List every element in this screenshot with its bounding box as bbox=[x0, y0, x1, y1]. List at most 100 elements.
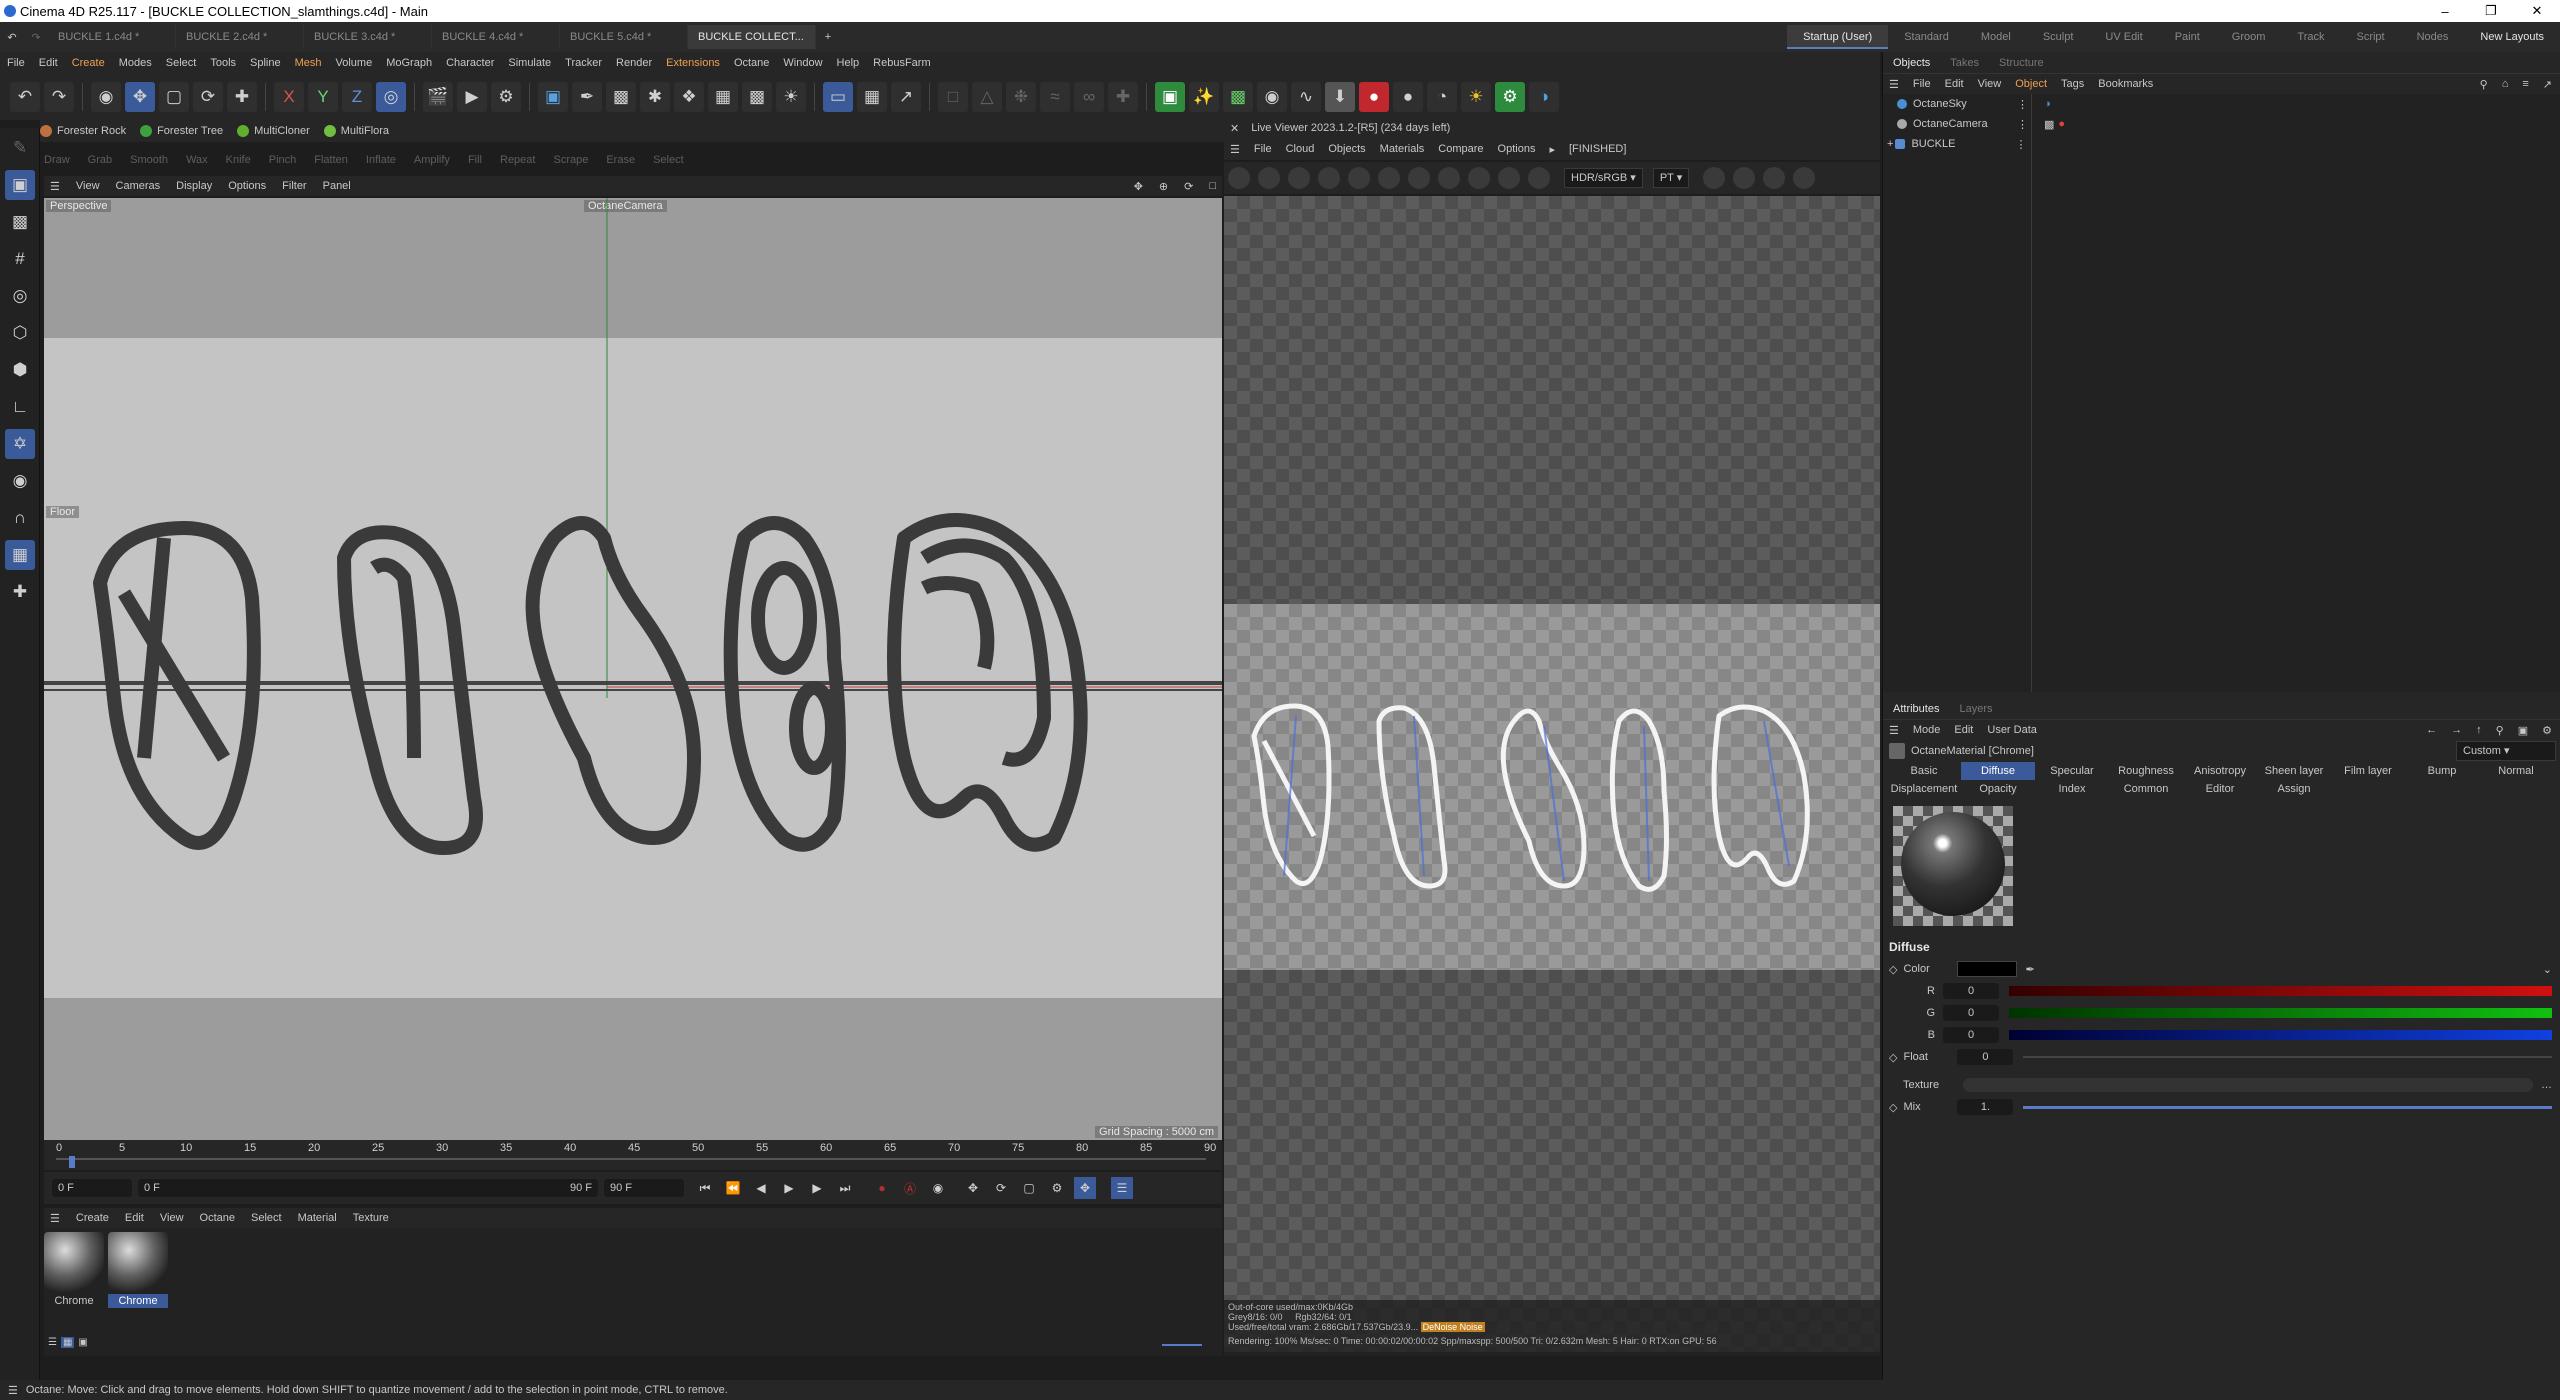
channel-tab-roughness[interactable]: Roughness bbox=[2109, 762, 2183, 780]
forester-tree-button[interactable]: Forester Tree bbox=[140, 125, 223, 137]
object-octanesky[interactable]: OctaneSky ⋮ ◑ bbox=[1883, 94, 2560, 114]
menu-mograph[interactable]: MoGraph bbox=[379, 57, 439, 69]
playhead[interactable] bbox=[69, 1156, 75, 1168]
tab-takes[interactable]: Takes bbox=[1940, 57, 1989, 69]
layout-track[interactable]: Track bbox=[2281, 25, 2340, 49]
b-value[interactable]: 0 bbox=[1943, 1027, 1999, 1043]
key-rotation-icon[interactable]: ⟳ bbox=[990, 1177, 1012, 1199]
search-icon[interactable]: ⚲ bbox=[2496, 724, 2504, 737]
live-selection-icon[interactable]: ◉ bbox=[91, 82, 121, 112]
channel-tab-displacement[interactable]: Displacement bbox=[1887, 780, 1961, 798]
color-space-select[interactable]: HDR/sRGB ▾ bbox=[1564, 168, 1643, 188]
grid-view-icon[interactable]: ▦ bbox=[60, 1337, 75, 1348]
octane-object-icon[interactable]: ▣ bbox=[1155, 82, 1185, 112]
octane-tag-icon[interactable]: ◑ bbox=[2044, 98, 2051, 110]
live-viewer-render[interactable] bbox=[1224, 196, 1880, 1352]
attr-menu-edit[interactable]: Edit bbox=[1954, 724, 1973, 736]
menu-edit[interactable]: Edit bbox=[32, 57, 65, 69]
keyframe-icon[interactable]: ◇ bbox=[1889, 963, 1897, 976]
forester-rock-button[interactable]: Forester Rock bbox=[40, 125, 126, 137]
vp-menu-display[interactable]: Display bbox=[176, 180, 212, 192]
channel-tab-bump[interactable]: Bump bbox=[2405, 762, 2479, 780]
sculpt-select[interactable]: Select bbox=[653, 154, 684, 166]
menu-extensions[interactable]: Extensions bbox=[659, 57, 727, 69]
axis-mode-icon[interactable]: ∟ bbox=[5, 392, 35, 422]
undo-icon[interactable]: ↶ bbox=[10, 82, 40, 112]
save-render-icon[interactable] bbox=[1733, 167, 1756, 189]
keyframe-icon[interactable]: ◇ bbox=[1889, 1101, 1897, 1114]
minimize-icon[interactable]: – bbox=[2422, 4, 2468, 19]
key-pla-icon[interactable]: ✥ bbox=[1074, 1177, 1096, 1199]
expand-chevron-icon[interactable]: ⌄ bbox=[2543, 963, 2552, 976]
goto-start-icon[interactable]: ⏮ bbox=[694, 1177, 716, 1199]
layout-sculpt[interactable]: Sculpt bbox=[2027, 25, 2090, 49]
attr-menu-user-data[interactable]: User Data bbox=[1987, 724, 2037, 736]
edit-mode-icon[interactable]: ✎ bbox=[5, 133, 35, 163]
menu-tools[interactable]: Tools bbox=[203, 57, 243, 69]
timeline-ruler[interactable]: 0 5 10 15 20 25 30 35 40 45 50 55 60 65 … bbox=[44, 1140, 1222, 1170]
render-picture-viewer-icon[interactable]: ▶ bbox=[457, 82, 487, 112]
magnet-icon[interactable]: ∩ bbox=[5, 503, 35, 533]
material-chrome-2[interactable]: Chrome bbox=[108, 1232, 168, 1308]
texture-mode-icon[interactable]: ▩ bbox=[5, 207, 35, 237]
display-mode-icon[interactable]: ▭ bbox=[823, 82, 853, 112]
channel-tab-diffuse[interactable]: Diffuse bbox=[1961, 762, 2035, 780]
visibility-dots-icon[interactable]: ⋮ bbox=[2017, 98, 2028, 111]
lv-menu-options[interactable]: Options bbox=[1498, 143, 1536, 155]
channel-tab-specular[interactable]: Specular bbox=[2035, 762, 2109, 780]
menu-select[interactable]: Select bbox=[159, 57, 204, 69]
sculpt-flatten[interactable]: Flatten bbox=[314, 154, 348, 166]
doc-tab[interactable]: BUCKLE 2.c4d * bbox=[176, 25, 304, 49]
polygons-mode-icon[interactable]: ⬢ bbox=[5, 355, 35, 385]
restart-render-icon[interactable] bbox=[1258, 167, 1280, 189]
menu-window[interactable]: Window bbox=[776, 57, 829, 69]
b-slider[interactable] bbox=[2009, 1030, 2552, 1040]
layout-nodes[interactable]: Nodes bbox=[2401, 25, 2465, 49]
home-icon[interactable]: ⌂ bbox=[2502, 78, 2509, 90]
visibility-dots-icon[interactable]: ⋮ bbox=[2017, 118, 2028, 131]
channel-tab-anisotropy[interactable]: Anisotropy bbox=[2183, 762, 2257, 780]
sculpt-grab[interactable]: Grab bbox=[88, 154, 112, 166]
target-tag-icon[interactable]: ● bbox=[2058, 118, 2065, 130]
sculpt-knife[interactable]: Knife bbox=[226, 154, 251, 166]
zoom-slider[interactable] bbox=[1162, 1344, 1202, 1346]
send-scene-icon[interactable] bbox=[1228, 167, 1250, 189]
pen-spline-icon[interactable]: ✒ bbox=[572, 82, 602, 112]
vp-rotate-icon[interactable]: ⟳ bbox=[1184, 180, 1193, 193]
workplane-icon[interactable]: △ bbox=[972, 82, 1002, 112]
quantize-icon[interactable]: ≈ bbox=[1040, 82, 1070, 112]
sculpt-erase[interactable]: Erase bbox=[606, 154, 635, 166]
object-picker-icon[interactable] bbox=[1438, 167, 1460, 189]
sculpt-scrape[interactable]: Scrape bbox=[553, 154, 588, 166]
x-axis-icon[interactable]: X bbox=[274, 82, 304, 112]
material-chrome-1[interactable]: Chrome bbox=[44, 1232, 104, 1308]
redo-icon[interactable]: ↷ bbox=[24, 31, 48, 44]
hamburger-icon[interactable]: ☰ bbox=[1230, 143, 1240, 156]
multicloner-button[interactable]: MultiCloner bbox=[237, 125, 310, 137]
maximize-icon[interactable]: ❐ bbox=[2468, 3, 2514, 19]
kernel-select[interactable]: PT ▾ bbox=[1652, 168, 1690, 188]
menu-modes[interactable]: Modes bbox=[112, 57, 159, 69]
doc-tab-active[interactable]: BUCKLE COLLECT... bbox=[688, 25, 816, 49]
menu-volume[interactable]: Volume bbox=[329, 57, 380, 69]
vp-menu-view[interactable]: View bbox=[76, 180, 100, 192]
z-axis-icon[interactable]: Z bbox=[342, 82, 372, 112]
lv-menu-compare[interactable]: Compare bbox=[1438, 143, 1483, 155]
menu-tracker[interactable]: Tracker bbox=[558, 57, 609, 69]
model-mode-icon[interactable]: ▣ bbox=[5, 170, 35, 200]
obj-menu-bookmarks[interactable]: Bookmarks bbox=[2098, 78, 2153, 90]
texture-slot[interactable] bbox=[1963, 1078, 2533, 1092]
layout-script[interactable]: Script bbox=[2340, 25, 2400, 49]
forward-arrow-icon[interactable]: → bbox=[2451, 724, 2462, 736]
grid-mode-icon[interactable]: # bbox=[5, 244, 35, 274]
float-value[interactable]: 0 bbox=[1957, 1049, 2014, 1065]
autokey-icon[interactable]: Ⓐ bbox=[899, 1177, 921, 1199]
octane-record-icon[interactable]: ● bbox=[1359, 82, 1389, 112]
menu-create[interactable]: Create bbox=[65, 57, 112, 69]
back-arrow-icon[interactable]: ← bbox=[2426, 724, 2437, 736]
timeline-menu-icon[interactable]: ☰ bbox=[1111, 1177, 1133, 1199]
float-slider[interactable] bbox=[2023, 1056, 2552, 1058]
prev-key-icon[interactable]: ⏪ bbox=[722, 1177, 744, 1199]
mat-menu-select[interactable]: Select bbox=[251, 1212, 282, 1224]
rotate-tool-icon[interactable]: ⟳ bbox=[193, 82, 223, 112]
